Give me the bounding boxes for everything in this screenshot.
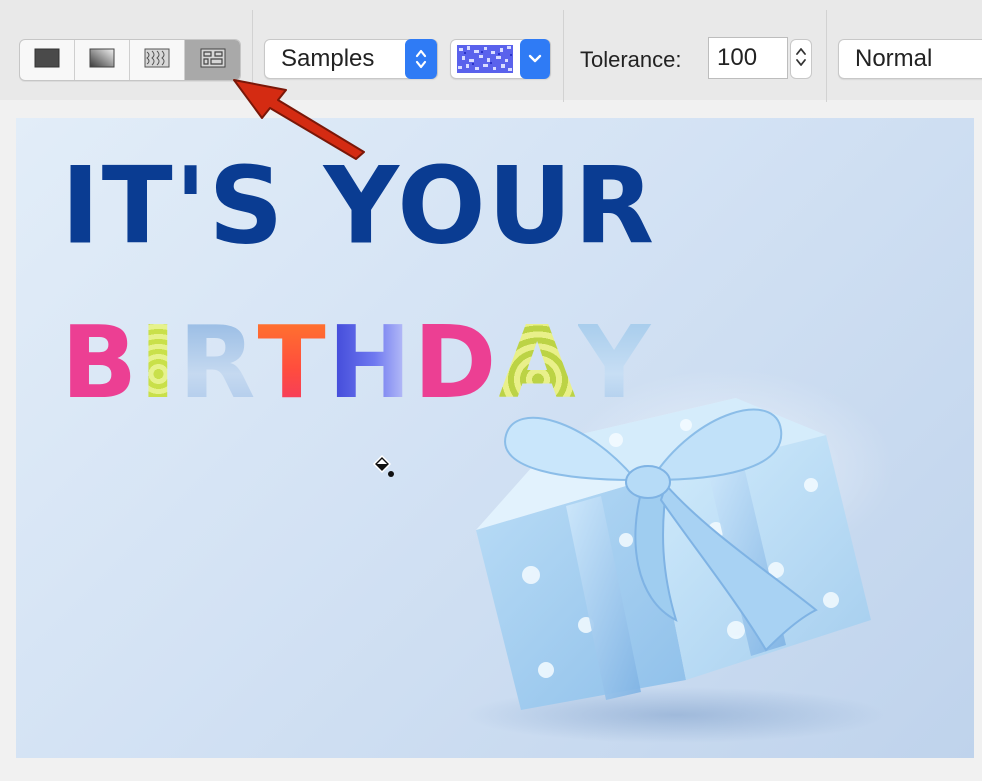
birthday-letter: H [327, 304, 414, 421]
texture-fill-icon [144, 48, 170, 73]
birthday-letter: R [178, 304, 258, 421]
gift-box-image [436, 380, 896, 750]
toolbar: Samples Tolerance: 100 Normal [0, 0, 982, 102]
gradient-fill-button[interactable] [75, 40, 130, 80]
pattern-picker[interactable] [450, 39, 551, 79]
fill-mode-segmented-control [19, 39, 241, 81]
paint-bucket-cursor-icon [370, 454, 396, 485]
solid-fill-button[interactable] [20, 40, 75, 80]
chevron-down-icon [520, 39, 550, 79]
red-annotation-arrow-icon [224, 70, 374, 160]
stepper-arrows-icon [795, 44, 807, 75]
solid-fill-icon [34, 48, 60, 73]
pattern-swatch-icon [457, 45, 513, 73]
blend-mode-select[interactable]: Normal [838, 39, 982, 79]
headline-text: IT'S YOUR [61, 143, 657, 269]
texture-fill-button[interactable] [130, 40, 185, 80]
tolerance-label: Tolerance: [580, 47, 682, 72]
select-arrows-icon [405, 39, 437, 79]
gradient-fill-icon [89, 48, 115, 73]
tolerance-input[interactable] [708, 37, 788, 79]
birthday-letter: I [139, 304, 179, 421]
birthday-letter: B [61, 304, 140, 421]
pattern-fill-icon [200, 48, 226, 73]
tolerance-stepper[interactable] [790, 39, 812, 79]
toolbar-separator [826, 10, 827, 102]
birthday-letter: T [257, 304, 328, 421]
image-canvas[interactable]: IT'S YOUR BIRTHDAY [16, 118, 974, 758]
blend-mode-value: Normal [855, 45, 933, 72]
toolbar-separator [563, 10, 564, 102]
